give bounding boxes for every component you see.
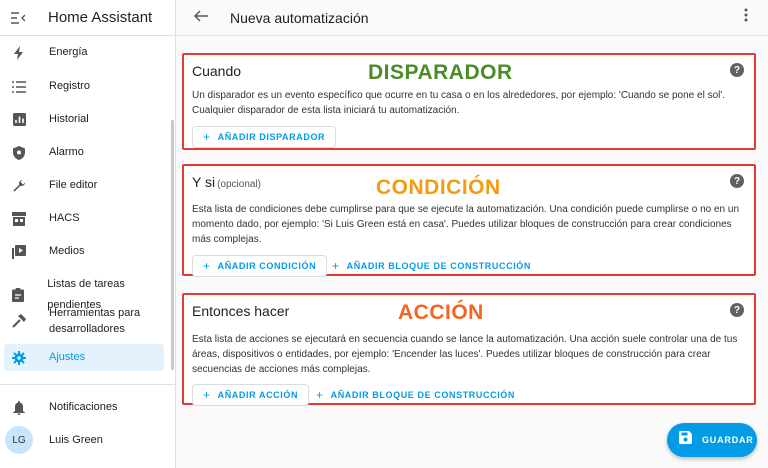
save-button[interactable]: GUARDAR <box>667 423 757 457</box>
menu-collapse-icon[interactable] <box>0 11 36 24</box>
gear-icon <box>4 350 34 365</box>
sidebar-divider <box>0 384 175 385</box>
sidebar-item-label: Notificaciones <box>49 401 118 413</box>
sidebar-item-medios[interactable]: Medios <box>4 241 164 262</box>
avatar-wrapper: LG <box>4 426 34 454</box>
sidebar-scrollbar[interactable] <box>171 120 174 370</box>
actions-card: Entonces hacer ACCIÓN ? Esta lista de ac… <box>182 293 756 406</box>
app-title: Home Assistant <box>48 9 153 26</box>
triggers-title: Cuando <box>192 63 242 79</box>
help-icon[interactable]: ? <box>730 63 744 77</box>
sidebar-item-energia[interactable]: Energía <box>4 42 164 63</box>
sidebar-item-label-line2: desarrolladores <box>49 323 125 335</box>
sidebar-item-registro[interactable]: Registro <box>4 76 164 97</box>
user-name: Luis Green <box>49 433 103 446</box>
sidebar-item-historial[interactable]: Historial <box>4 109 164 130</box>
actions-title: Entonces hacer <box>192 303 290 319</box>
conditions-card: Y si (opcional) CONDICIÓN ? Esta lista de… <box>182 164 756 277</box>
add-condition-button[interactable]: + AÑADIR CONDICIÓN <box>192 255 328 277</box>
conditions-description: Esta lista de condiciones debe cumplirse… <box>192 204 740 245</box>
plus-icon: + <box>332 259 340 273</box>
add-action-block-button[interactable]: + AÑADIR BLOQUE DE CONSTRUCCIÓN <box>306 384 525 406</box>
plus-icon: + <box>203 388 211 402</box>
actions-description: Esta lista de acciones se ejecutará en s… <box>192 334 738 375</box>
help-icon[interactable]: ? <box>730 303 744 317</box>
shield-icon <box>4 145 34 160</box>
hammer-icon <box>4 314 34 328</box>
triggers-card: Cuando DISPARADOR ? Un disparador es un … <box>182 53 756 150</box>
more-vert-icon[interactable] <box>744 8 748 27</box>
sidebar-item-alarmo[interactable]: Alarmo <box>4 142 164 163</box>
save-icon <box>679 431 692 449</box>
wrench-icon <box>4 179 34 193</box>
conditions-overlay-label: CONDICIÓN <box>376 176 501 199</box>
sidebar-item-user[interactable]: LG Luis Green <box>4 426 164 454</box>
bell-icon <box>4 400 34 415</box>
sidebar-item-label: Energía <box>49 46 88 58</box>
sidebar: Home Assistant Energía Registro Historia… <box>0 0 176 468</box>
plus-icon: + <box>203 259 211 273</box>
list-icon <box>4 80 34 93</box>
chart-icon <box>4 113 34 126</box>
sidebar-item-label: HACS <box>49 212 80 224</box>
triggers-description: Un disparador es un evento específico qu… <box>192 90 726 116</box>
sidebar-item-label: Alarmo <box>49 146 84 158</box>
sidebar-item-label: Registro <box>49 80 90 92</box>
sidebar-item-label: Medios <box>49 245 85 257</box>
add-action-block-label: AÑADIR BLOQUE DE CONSTRUCCIÓN <box>330 390 516 400</box>
add-condition-block-button[interactable]: + AÑADIR BLOQUE DE CONSTRUCCIÓN <box>322 255 541 277</box>
plus-icon: + <box>203 130 211 144</box>
sidebar-item-label: Historial <box>49 113 89 125</box>
lightning-icon <box>4 45 34 60</box>
actions-overlay-label: ACCIÓN <box>398 301 484 324</box>
triggers-overlay-label: DISPARADOR <box>368 61 513 84</box>
sidebar-item-notificaciones[interactable]: Notificaciones <box>4 397 164 418</box>
sidebar-header: Home Assistant <box>0 0 175 36</box>
sidebar-item-hacs[interactable]: HACS <box>4 208 164 229</box>
sidebar-item-file-editor[interactable]: File editor <box>4 175 164 196</box>
avatar: LG <box>5 426 33 454</box>
sidebar-item-ajustes[interactable]: Ajustes <box>4 344 164 371</box>
add-condition-label: AÑADIR CONDICIÓN <box>217 261 317 271</box>
help-icon[interactable]: ? <box>730 174 744 188</box>
back-arrow-icon[interactable] <box>193 9 208 27</box>
sidebar-item-label: File editor <box>49 179 98 191</box>
sidebar-item-herramientas[interactable]: Herramientas para desarrolladores <box>4 304 164 338</box>
store-icon <box>4 211 34 226</box>
save-label: GUARDAR <box>702 435 754 445</box>
clipboard-icon <box>4 288 32 302</box>
add-action-label: AÑADIR ACCIÓN <box>217 390 299 400</box>
top-bar: Nueva automatización <box>176 0 768 36</box>
plus-icon: + <box>316 388 324 402</box>
sidebar-item-label: Herramientas para <box>49 307 141 319</box>
conditions-title: Y si (opcional) <box>192 174 261 190</box>
conditions-optional: (opcional) <box>217 179 262 190</box>
media-icon <box>4 244 34 259</box>
add-trigger-label: AÑADIR DISPARADOR <box>217 132 326 142</box>
add-action-button[interactable]: + AÑADIR ACCIÓN <box>192 384 310 406</box>
add-trigger-button[interactable]: + AÑADIR DISPARADOR <box>192 126 337 148</box>
sidebar-item-label: Ajustes <box>49 351 86 363</box>
page-title: Nueva automatización <box>230 9 369 26</box>
conditions-title-text: Y si <box>192 174 216 190</box>
add-condition-block-label: AÑADIR BLOQUE DE CONSTRUCCIÓN <box>346 261 532 271</box>
